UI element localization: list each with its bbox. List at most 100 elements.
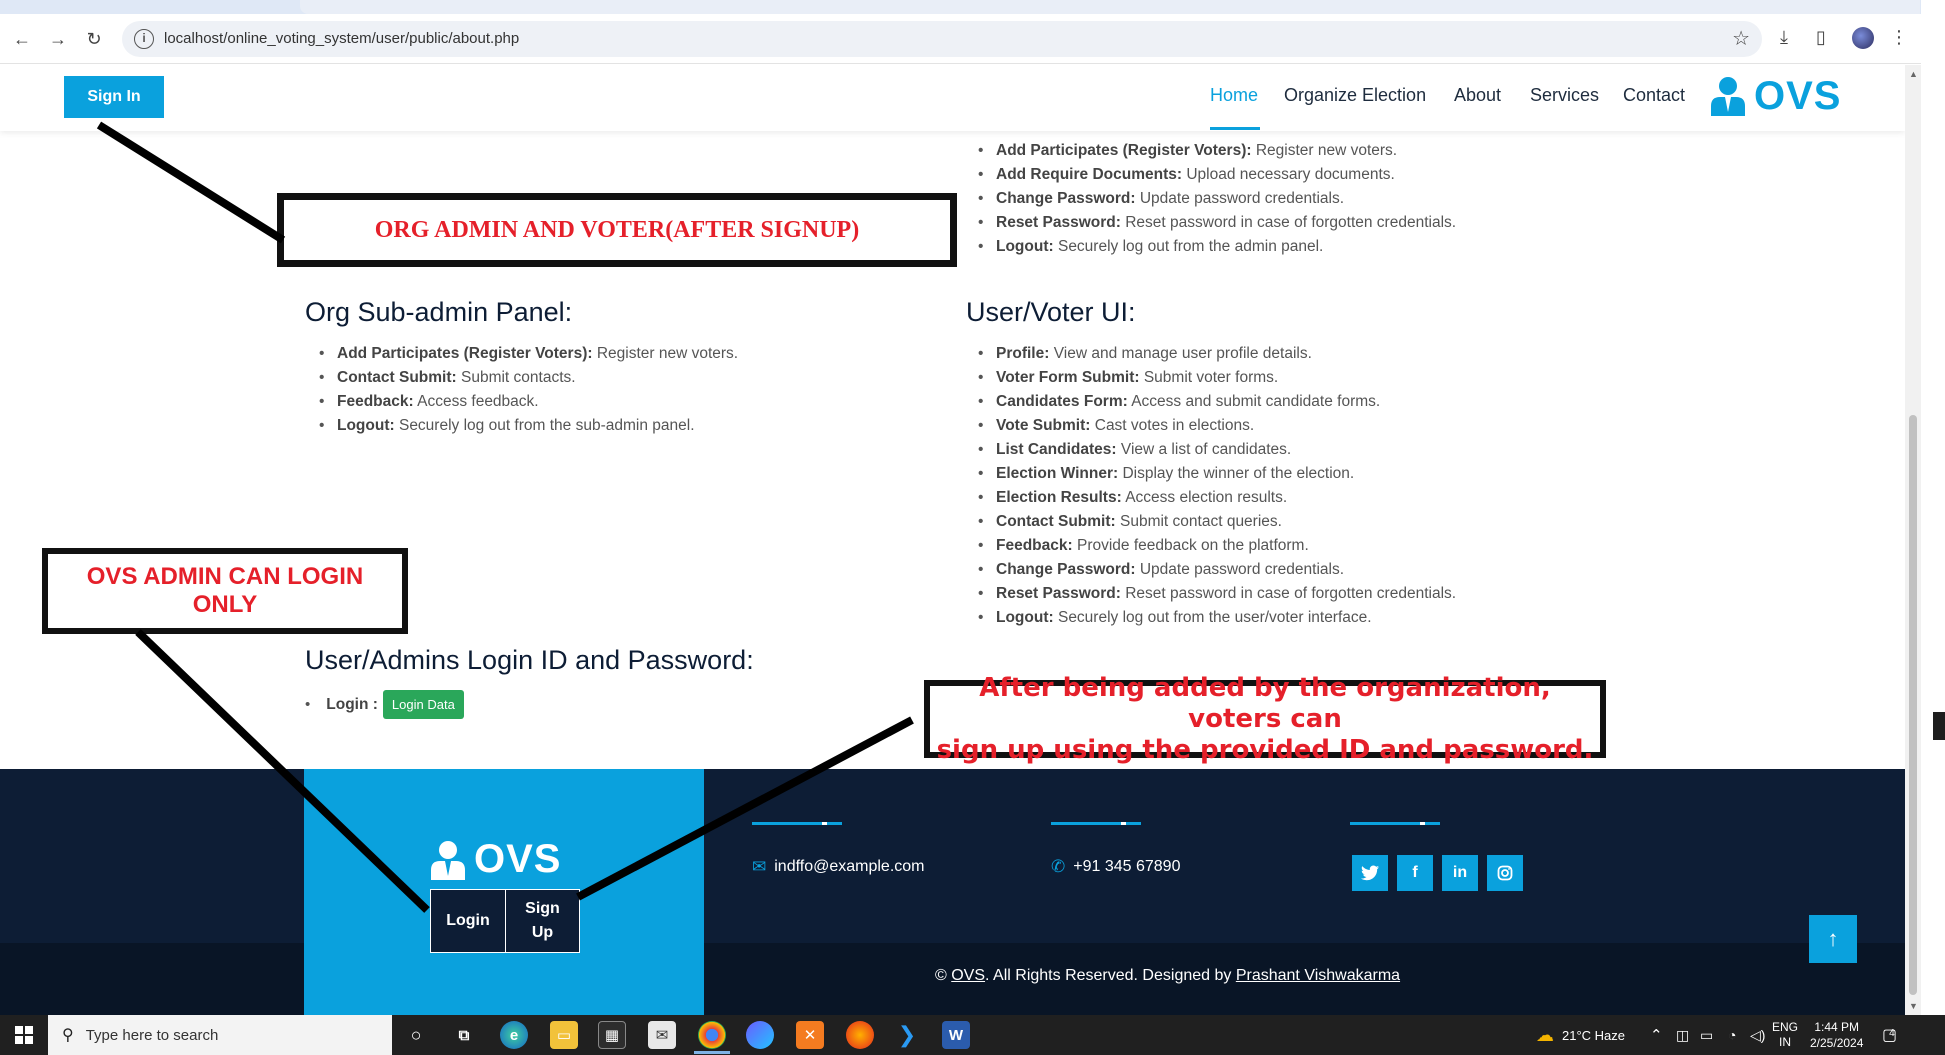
linkedin-icon[interactable]: in xyxy=(1442,855,1478,891)
tray-volume-icon[interactable]: ◁) xyxy=(1750,1015,1765,1055)
feature-description: Securely log out from the user/voter int… xyxy=(1053,609,1372,626)
scroll-down-icon[interactable]: ▼ xyxy=(1909,1001,1918,1011)
nav-organize-election[interactable]: Organize Election xyxy=(1284,85,1426,106)
active-tab[interactable] xyxy=(300,0,1920,14)
email-text: indffo@example.com xyxy=(774,858,925,875)
menu-dots-icon[interactable]: ⋮ xyxy=(1890,27,1908,48)
tray-chevron-icon[interactable]: ⌃ xyxy=(1650,1015,1663,1055)
nav-about[interactable]: About xyxy=(1454,85,1501,106)
file-explorer-icon[interactable]: ▭ xyxy=(550,1021,578,1049)
feature-name: List Candidates: xyxy=(996,441,1117,458)
login-label: Login : xyxy=(326,695,378,713)
annotation-line: sign up using the provided ID and passwo… xyxy=(936,734,1594,765)
profile-avatar[interactable] xyxy=(1852,27,1874,49)
phone-text: +91 345 67890 xyxy=(1073,858,1181,875)
tray-battery-icon[interactable]: ▭ xyxy=(1700,1015,1713,1055)
copyright-brand-link[interactable]: OVS xyxy=(951,967,985,984)
feature-name: Add Participates (Register Voters): xyxy=(337,345,593,362)
download-icon[interactable]: ⤓ xyxy=(1780,27,1788,48)
copyright-prefix: © xyxy=(935,967,952,984)
back-icon[interactable]: ← xyxy=(8,25,36,53)
word-icon[interactable]: W xyxy=(942,1021,970,1049)
sign-in-button[interactable]: Sign In xyxy=(64,76,164,118)
edge-icon[interactable]: e xyxy=(500,1021,528,1049)
tray-network-icon[interactable]: ◫ xyxy=(1676,1015,1689,1055)
task-view-icon[interactable]: ⧉ xyxy=(450,1021,478,1049)
scrollbar-thumb[interactable] xyxy=(1909,415,1917,995)
envelope-icon: ✉ xyxy=(752,857,767,876)
designer-link[interactable]: Prashant Vishwakarma xyxy=(1236,967,1400,984)
footer-login-button[interactable]: Login xyxy=(431,890,505,952)
forward-icon[interactable]: → xyxy=(44,25,72,53)
tab-strip xyxy=(0,0,1945,14)
feature-description: Submit contact queries. xyxy=(1115,513,1282,530)
annotation-line: OVS ADMIN CAN LOGIN xyxy=(86,563,364,590)
clock[interactable]: 1:44 PM 2/25/2024 xyxy=(1810,1015,1863,1055)
notification-center[interactable]: ▢ 4 xyxy=(1882,1015,1897,1055)
page-scrollbar[interactable]: ▲ ▼ xyxy=(1905,65,1921,1015)
nav-home[interactable]: Home xyxy=(1210,85,1258,106)
reload-icon[interactable]: ↻ xyxy=(80,25,108,53)
arrow-to-signin xyxy=(96,121,286,244)
scroll-up-icon[interactable]: ▲ xyxy=(1909,69,1918,79)
active-app-indicator xyxy=(694,1051,730,1054)
cortana-icon[interactable]: ○ xyxy=(402,1021,430,1049)
footer-divider xyxy=(752,822,842,825)
notification-count: 4 xyxy=(1889,1027,1895,1039)
bookmark-star-icon[interactable]: ☆ xyxy=(1732,26,1750,51)
bullet: • xyxy=(305,696,311,713)
page-viewport: Sign In Home Organize Election About Ser… xyxy=(0,65,1905,1015)
desktop-window-edge xyxy=(1933,712,1945,740)
list-item: List Candidates: View a list of candidat… xyxy=(964,438,1456,462)
desktop-edge xyxy=(1921,0,1945,1015)
twitter-icon[interactable] xyxy=(1352,855,1388,891)
address-bar[interactable]: i localhost/online_voting_system/user/pu… xyxy=(122,21,1762,57)
feature-name: Add Participates (Register Voters): xyxy=(996,142,1252,159)
side-panel-icon[interactable]: ▯ xyxy=(1816,27,1826,48)
list-item: Voter Form Submit: Submit voter forms. xyxy=(964,366,1456,390)
time-text: 1:44 PM xyxy=(1814,1020,1860,1034)
windows-logo-icon xyxy=(15,1026,33,1044)
mail-icon[interactable]: ✉ xyxy=(648,1021,676,1049)
feature-description: Cast votes in elections. xyxy=(1090,417,1255,434)
nav-contact[interactable]: Contact xyxy=(1623,85,1685,106)
footer-logo[interactable]: OVS xyxy=(430,837,561,882)
firefox-icon[interactable] xyxy=(846,1021,874,1049)
tray-wifi-icon[interactable]: ◔ xyxy=(1728,1015,1736,1055)
date-text: 2/25/2024 xyxy=(1810,1036,1864,1050)
instagram-icon[interactable] xyxy=(1487,855,1523,891)
chrome-icon[interactable] xyxy=(698,1021,726,1049)
site-logo[interactable]: OVS xyxy=(1710,73,1841,119)
language-indicator[interactable]: ENG IN xyxy=(1772,1015,1798,1055)
copyright-text: © OVS. All Rights Reserved. Designed by … xyxy=(935,967,1400,985)
back-to-top-button[interactable]: ↑ xyxy=(1809,915,1857,963)
login-section-title: User/Admins Login ID and Password: xyxy=(305,645,754,675)
footer-brand-panel: OVS Login Sign Up xyxy=(304,769,704,1015)
footer-email[interactable]: ✉ indffo@example.com xyxy=(752,857,925,877)
feature-description: Submit contacts. xyxy=(456,369,576,386)
feature-name: Election Results: xyxy=(996,489,1122,506)
signup-line1: Sign xyxy=(525,900,560,917)
url-text[interactable]: localhost/online_voting_system/user/publ… xyxy=(164,30,519,47)
footer-phone[interactable]: ✆ +91 345 67890 xyxy=(1051,857,1180,877)
site-info-icon[interactable]: i xyxy=(134,29,154,49)
footer-auth-buttons: Login Sign Up xyxy=(430,889,580,953)
feature-name: Voter Form Submit: xyxy=(996,369,1140,386)
list-item: Add Participates (Register Voters): Regi… xyxy=(964,139,1456,163)
facebook-icon[interactable]: f xyxy=(1397,855,1433,891)
copilot-icon[interactable] xyxy=(746,1021,774,1049)
social-links: f in xyxy=(1352,855,1523,891)
annotation-ovs-admin: OVS ADMIN CAN LOGIN ONLY xyxy=(42,548,408,634)
feature-name: Election Winner: xyxy=(996,465,1119,482)
nav-services[interactable]: Services xyxy=(1530,85,1599,106)
footer-signup-button[interactable]: Sign Up xyxy=(505,890,579,952)
login-data-button[interactable]: Login Data xyxy=(382,690,464,719)
weather-widget[interactable]: ☁ 21°C Haze xyxy=(1536,1015,1625,1055)
xampp-icon[interactable]: ✕ xyxy=(796,1021,824,1049)
org-admin-feature-list: Feedback: Access feedback.Add Participat… xyxy=(964,115,1456,259)
list-item: Feedback: Provide feedback on the platfo… xyxy=(964,534,1456,558)
start-button[interactable] xyxy=(0,1015,48,1055)
vscode-icon[interactable]: ❯ xyxy=(893,1021,921,1049)
store-icon[interactable]: ▦ xyxy=(598,1021,626,1049)
taskbar-search[interactable]: ⚲ Type here to search xyxy=(48,1015,392,1055)
